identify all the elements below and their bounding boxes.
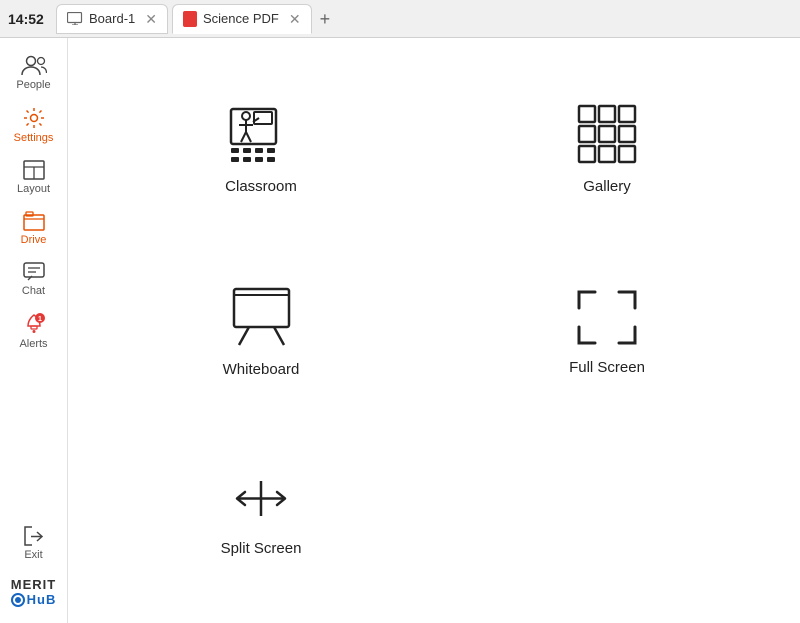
sidebar-label-drive: Drive [21,234,47,246]
sidebar-label-alerts: Alerts [19,338,47,350]
tab-board-label: Board-1 [89,11,135,26]
clock: 14:52 [8,11,44,27]
alerts-icon: 1 [23,313,45,335]
content-area: Classroom Gallery [68,38,800,623]
fullscreen-icon [577,290,637,345]
add-tab-button[interactable]: + [320,10,331,28]
view-option-whiteboard[interactable]: Whiteboard [88,241,434,424]
chat-icon [23,262,45,282]
view-option-gallery[interactable]: Gallery [434,58,780,241]
main-layout: People Settings Layout [0,38,800,623]
people-icon [21,54,47,76]
settings-icon [23,107,45,129]
svg-text:1: 1 [38,316,42,323]
sidebar-item-chat[interactable]: Chat [0,254,67,305]
view-fullscreen-label: Full Screen [569,359,645,376]
board-tab-icon [67,12,83,25]
exit-icon [23,526,45,546]
view-option-splitscreen[interactable]: Split Screen [88,425,434,603]
splitscreen-icon [231,471,291,526]
sidebar-item-people[interactable]: People [0,46,67,99]
view-grid: Classroom Gallery [68,38,800,623]
sidebar-label-people: People [16,79,50,91]
brand-o-icon [11,593,25,607]
tab-board[interactable]: Board-1 ✕ [56,4,168,34]
sidebar-item-layout[interactable]: Layout [0,152,67,203]
view-splitscreen-label: Split Screen [221,540,302,557]
tab-science-label: Science PDF [203,11,279,26]
sidebar-label-settings: Settings [14,132,54,144]
tab-board-close[interactable]: ✕ [145,12,157,26]
tab-bar: 14:52 Board-1 ✕ Science PDF ✕ + [0,0,800,38]
tab-science-close[interactable]: ✕ [289,12,301,26]
sidebar-brand: MERIT HuB [7,569,61,615]
brand-sub: HuB [11,592,57,607]
pdf-tab-icon [183,11,197,27]
sidebar-label-exit: Exit [24,549,42,561]
layout-icon [23,160,45,180]
view-option-classroom[interactable]: Classroom [88,58,434,241]
drive-icon [23,211,45,231]
brand-o-inner [15,597,21,603]
view-gallery-label: Gallery [583,178,631,195]
whiteboard-icon [229,287,294,347]
view-classroom-label: Classroom [225,178,297,195]
sidebar-item-alerts[interactable]: 1 Alerts [0,305,67,358]
sidebar-item-settings[interactable]: Settings [0,99,67,152]
classroom-icon [226,104,296,164]
gallery-icon [577,104,637,164]
sidebar: People Settings Layout [0,38,68,623]
brand-name: MERIT [11,577,56,592]
sidebar-label-layout: Layout [17,183,50,195]
brand-hub-label: HuB [27,592,57,607]
view-whiteboard-label: Whiteboard [223,361,300,378]
view-option-fullscreen[interactable]: Full Screen [434,241,780,424]
sidebar-label-chat: Chat [22,285,45,297]
sidebar-item-exit[interactable]: Exit [0,518,67,569]
tab-science[interactable]: Science PDF ✕ [172,4,312,34]
sidebar-item-drive[interactable]: Drive [0,203,67,254]
